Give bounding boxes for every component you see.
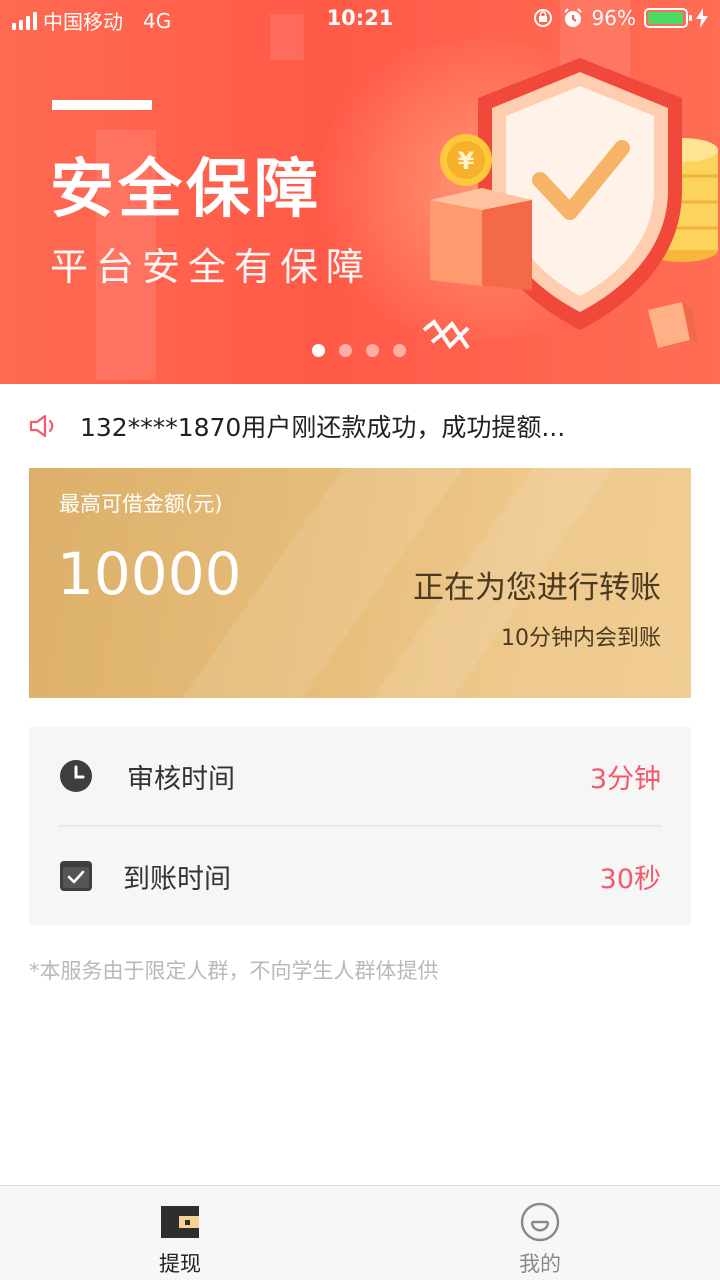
- banner-title: 安全保障: [50, 153, 322, 227]
- battery-percent: 96%: [591, 6, 636, 30]
- carousel-dot[interactable]: [366, 344, 379, 357]
- max-loan-amount: 10000: [57, 540, 242, 608]
- clock-icon: [60, 760, 92, 792]
- promo-banner[interactable]: ¥ 安全保障 平台安全有保障: [0, 0, 720, 384]
- banner-accent-bar: [52, 100, 152, 110]
- review-time-label: 审核时间: [127, 764, 235, 795]
- carousel-dot[interactable]: [393, 344, 406, 357]
- arrival-time-value: 30秒: [599, 864, 661, 895]
- disclaimer-text: *本服务由于限定人群，不向学生人群体提供: [29, 959, 439, 983]
- alarm-icon: [563, 8, 582, 27]
- calendar-check-icon: [60, 861, 92, 891]
- nav-item-mine[interactable]: 我的: [460, 1202, 620, 1276]
- review-time-row: 审核时间 3分钟: [29, 727, 691, 825]
- nav-item-withdraw[interactable]: 提现: [100, 1202, 260, 1276]
- banner-subtitle: 平台安全有保障: [50, 245, 373, 289]
- review-time-value: 3分钟: [589, 764, 661, 795]
- transfer-note: 10分钟内会到账: [501, 626, 661, 651]
- notice-text: 132****1870用户刚还款成功，成功提额...: [80, 413, 566, 442]
- arrival-time-label: 到账时间: [123, 864, 231, 895]
- carousel-dot[interactable]: [339, 344, 352, 357]
- carousel-indicator[interactable]: [312, 344, 406, 357]
- max-loan-label: 最高可借金额(元): [59, 492, 223, 516]
- nav-label: 我的: [519, 1252, 561, 1276]
- rotation-lock-icon: [533, 9, 552, 27]
- notice-bar[interactable]: 132****1870用户刚还款成功，成功提额...: [28, 404, 692, 448]
- arrival-time-row: 到账时间 30秒: [29, 827, 691, 925]
- charging-icon: [696, 8, 708, 28]
- shield-icon: [478, 58, 682, 330]
- status-right: 96%: [532, 6, 708, 30]
- nav-label: 提现: [159, 1252, 201, 1276]
- zigzag-decor: [422, 319, 470, 340]
- shield-illustration: ¥: [422, 58, 718, 350]
- transfer-status: 正在为您进行转账: [413, 570, 661, 606]
- time-info-panel: 审核时间 3分钟 到账时间 30秒: [29, 727, 691, 925]
- svg-text:¥: ¥: [458, 147, 475, 175]
- profile-icon: [520, 1202, 560, 1242]
- loan-card[interactable]: 最高可借金额(元) 10000 正在为您进行转账 10分钟内会到账: [29, 468, 691, 698]
- bottom-nav: 提现 我的: [0, 1185, 720, 1280]
- speaker-icon: [29, 414, 54, 438]
- status-bar: 中国移动 4G 10:21 96%: [0, 0, 720, 40]
- carousel-dot[interactable]: [312, 344, 325, 357]
- battery-icon: [644, 8, 692, 28]
- wallet-icon: [161, 1206, 199, 1238]
